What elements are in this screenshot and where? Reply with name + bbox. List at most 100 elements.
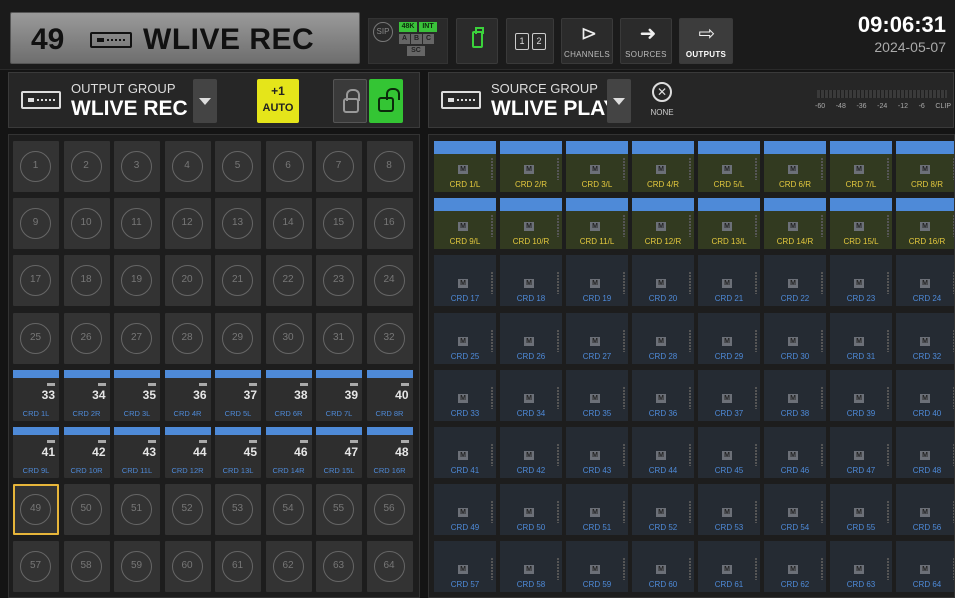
output-slot-22[interactable]: 22 [265, 255, 312, 307]
output-group-name[interactable]: WLIVE REC [71, 97, 188, 121]
source-slot[interactable]: M CRD 44 [632, 427, 694, 478]
source-slot[interactable]: M CRD 35 [566, 369, 628, 421]
output-slot-32[interactable]: 32 [366, 312, 413, 364]
none-button[interactable]: ✕ NONE [639, 79, 685, 123]
output-slot-33[interactable]: 33 CRD 1L [13, 369, 59, 421]
source-slot[interactable]: M CRD 34 [500, 369, 562, 421]
source-slot[interactable]: M CRD 5/L [698, 141, 760, 192]
source-slot[interactable]: M CRD 14/R [764, 198, 826, 250]
output-slot-34[interactable]: 34 CRD 2R [63, 369, 110, 421]
output-slot-43[interactable]: 43 CRD 11L [114, 427, 160, 478]
output-slot-37[interactable]: 37 CRD 5L [215, 369, 261, 421]
output-slot-61[interactable]: 61 [215, 541, 261, 593]
source-slot[interactable]: M CRD 59 [566, 541, 628, 593]
output-slot-56[interactable]: 56 [366, 484, 413, 536]
output-slot-26[interactable]: 26 [63, 312, 110, 364]
output-slot-21[interactable]: 21 [215, 255, 261, 307]
source-slot[interactable]: M CRD 50 [500, 484, 562, 536]
output-slot-1[interactable]: 1 [13, 141, 59, 192]
source-slot[interactable]: M CRD 31 [830, 312, 892, 364]
output-slot-25[interactable]: 25 [13, 312, 59, 364]
output-slot-38[interactable]: 38 CRD 6R [265, 369, 312, 421]
output-slot-6[interactable]: 6 [265, 141, 312, 192]
output-slot-48[interactable]: 48 CRD 16R [366, 427, 413, 478]
output-slot-2[interactable]: 2 [63, 141, 110, 192]
source-slot[interactable]: M CRD 8/R [896, 141, 954, 192]
output-slot-35[interactable]: 35 CRD 3L [114, 369, 160, 421]
source-slot[interactable]: M CRD 10/R [500, 198, 562, 250]
output-slot-57[interactable]: 57 [13, 541, 59, 593]
source-slot[interactable]: M CRD 45 [698, 427, 760, 478]
clock-status[interactable]: SIP 48K INT A B C SC [368, 18, 448, 64]
output-slot-18[interactable]: 18 [63, 255, 110, 307]
output-slot-19[interactable]: 19 [114, 255, 160, 307]
source-slot[interactable]: M CRD 15/L [830, 198, 892, 250]
output-slot-10[interactable]: 10 [63, 198, 110, 250]
source-slot[interactable]: M CRD 28 [632, 312, 694, 364]
usb-button[interactable] [456, 18, 498, 64]
output-slot-16[interactable]: 16 [366, 198, 413, 250]
source-slot[interactable]: M CRD 1/L [434, 141, 496, 192]
source-group-name[interactable]: WLIVE PLAY [491, 97, 617, 121]
output-slot-29[interactable]: 29 [215, 312, 261, 364]
source-slot[interactable]: M CRD 29 [698, 312, 760, 364]
source-slot[interactable]: M CRD 56 [896, 484, 954, 536]
source-slot[interactable]: M CRD 11/L [566, 198, 628, 250]
lock-button[interactable] [333, 79, 367, 123]
source-slot[interactable]: M CRD 62 [764, 541, 826, 593]
output-slot-64[interactable]: 64 [366, 541, 413, 593]
output-slot-30[interactable]: 30 [265, 312, 312, 364]
source-slot[interactable]: M CRD 9/L [434, 198, 496, 250]
output-slot-4[interactable]: 4 [164, 141, 211, 192]
output-slot-50[interactable]: 50 [63, 484, 110, 536]
source-slot[interactable]: M CRD 18 [500, 255, 562, 307]
source-slot[interactable]: M CRD 27 [566, 312, 628, 364]
output-slot-60[interactable]: 60 [164, 541, 211, 593]
output-slot-59[interactable]: 59 [114, 541, 160, 593]
source-slot[interactable]: M CRD 47 [830, 427, 892, 478]
source-slot[interactable]: M CRD 6/R [764, 141, 826, 192]
output-slot-39[interactable]: 39 CRD 7L [316, 369, 362, 421]
output-slot-55[interactable]: 55 [316, 484, 362, 536]
output-slot-36[interactable]: 36 CRD 4R [164, 369, 211, 421]
output-slot-17[interactable]: 17 [13, 255, 59, 307]
output-slot-7[interactable]: 7 [316, 141, 362, 192]
source-slot[interactable]: M CRD 54 [764, 484, 826, 536]
source-slot[interactable]: M CRD 26 [500, 312, 562, 364]
source-slot[interactable]: M CRD 23 [830, 255, 892, 307]
output-slot-54[interactable]: 54 [265, 484, 312, 536]
source-slot[interactable]: M CRD 38 [764, 369, 826, 421]
output-slot-45[interactable]: 45 CRD 13L [215, 427, 261, 478]
page-select-button[interactable]: 1 2 [506, 18, 554, 64]
output-slot-40[interactable]: 40 CRD 8R [366, 369, 413, 421]
output-slot-8[interactable]: 8 [366, 141, 413, 192]
source-slot[interactable]: M CRD 32 [896, 312, 954, 364]
output-slot-13[interactable]: 13 [215, 198, 261, 250]
output-slot-28[interactable]: 28 [164, 312, 211, 364]
source-slot[interactable]: M CRD 53 [698, 484, 760, 536]
output-slot-31[interactable]: 31 [316, 312, 362, 364]
source-slot[interactable]: M CRD 42 [500, 427, 562, 478]
source-slot[interactable]: M CRD 36 [632, 369, 694, 421]
source-slot[interactable]: M CRD 20 [632, 255, 694, 307]
output-slot-53[interactable]: 53 [215, 484, 261, 536]
output-slot-24[interactable]: 24 [366, 255, 413, 307]
output-slot-58[interactable]: 58 [63, 541, 110, 593]
output-slot-62[interactable]: 62 [265, 541, 312, 593]
source-slot[interactable]: M CRD 16/R [896, 198, 954, 250]
sources-button[interactable]: ➜ SOURCES [620, 18, 672, 64]
output-slot-9[interactable]: 9 [13, 198, 59, 250]
output-slot-47[interactable]: 47 CRD 15L [316, 427, 362, 478]
source-slot[interactable]: M CRD 4/R [632, 141, 694, 192]
source-slot[interactable]: M CRD 51 [566, 484, 628, 536]
output-slot-14[interactable]: 14 [265, 198, 312, 250]
output-slot-51[interactable]: 51 [114, 484, 160, 536]
source-slot[interactable]: M CRD 22 [764, 255, 826, 307]
source-slot[interactable]: M CRD 48 [896, 427, 954, 478]
output-slot-27[interactable]: 27 [114, 312, 160, 364]
output-slot-5[interactable]: 5 [215, 141, 261, 192]
source-slot[interactable]: M CRD 13/L [698, 198, 760, 250]
source-slot[interactable]: M CRD 17 [434, 255, 496, 307]
output-slot-46[interactable]: 46 CRD 14R [265, 427, 312, 478]
source-slot[interactable]: M CRD 41 [434, 427, 496, 478]
